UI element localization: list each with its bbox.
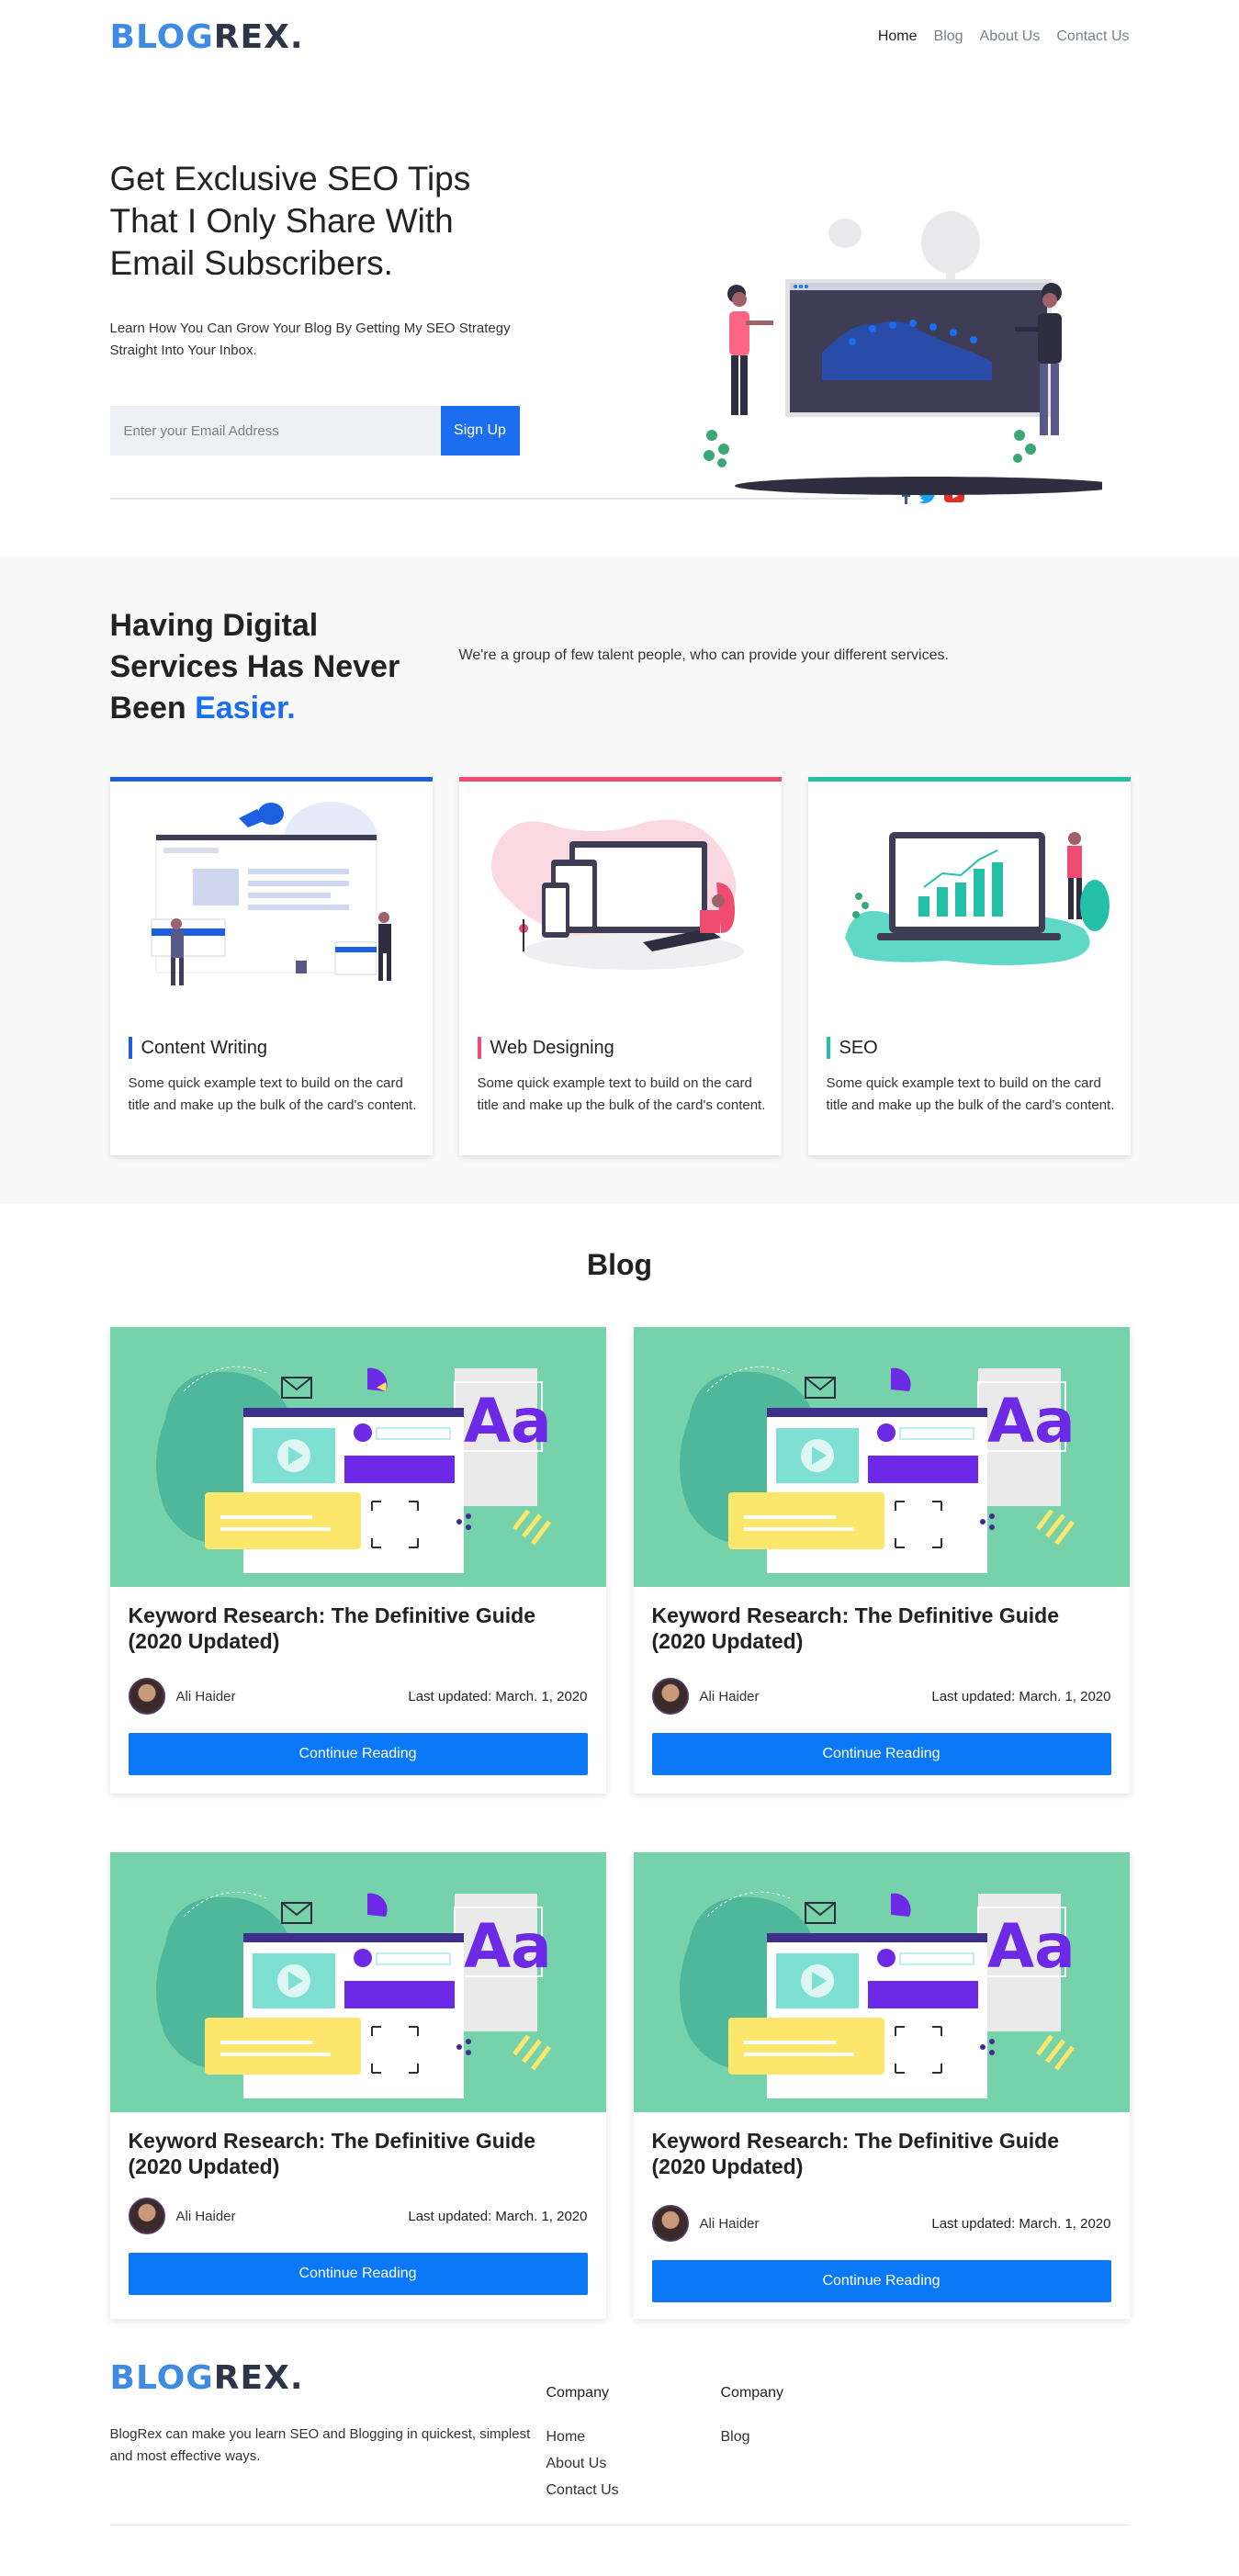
seo-illustration bbox=[844, 832, 1109, 965]
avatar bbox=[128, 1678, 165, 1715]
footer-column-heading: Company bbox=[720, 2385, 783, 2401]
subscribe-form: Sign Up bbox=[109, 406, 520, 456]
post-meta: Ali Haider Last updated: March. 1, 2020 bbox=[651, 2205, 1111, 2242]
continue-reading-button[interactable]: Continue Reading bbox=[651, 1733, 1111, 1775]
avatar bbox=[128, 2198, 165, 2234]
logo-part-blog: BLOG bbox=[109, 17, 214, 56]
blog-section: Blog Aa Keyword Research: The Definitive… bbox=[109, 1204, 1130, 2359]
post-thumb-aa: Aa bbox=[987, 1911, 1076, 1982]
blog-post-card[interactable]: Aa Keyword Research: The Definitive Guid… bbox=[109, 1327, 606, 1794]
post-author: Ali Haider bbox=[128, 2198, 236, 2234]
post-author: Ali Haider bbox=[651, 1678, 760, 1715]
services-section: Having Digital Services Has Never Been E… bbox=[0, 557, 1239, 1204]
service-card-seo[interactable]: SEO Some quick example text to build on … bbox=[807, 777, 1131, 1155]
post-author: Ali Haider bbox=[128, 1678, 236, 1715]
avatar bbox=[651, 2205, 689, 2242]
post-title[interactable]: Keyword Research: The Definitive Guide (… bbox=[129, 2128, 588, 2179]
nav-links: Home Blog About Us Contact Us bbox=[878, 28, 1130, 45]
logo-part-rex: REX. bbox=[213, 17, 304, 56]
author-name: Ali Haider bbox=[699, 2215, 760, 2232]
hero-title: Get Exclusive SEO Tips That I Only Share… bbox=[109, 160, 471, 282]
post-thumb-aa: Aa bbox=[464, 1911, 552, 1982]
hero-section: Get Exclusive SEO Tips That I Only Share… bbox=[109, 73, 1130, 557]
footer-logo[interactable]: BLOGREX. bbox=[110, 2359, 304, 2397]
web-designing-illustration bbox=[490, 819, 744, 970]
blog-post-card[interactable]: Aa Keyword Research: The Definitive Guid… bbox=[633, 1852, 1130, 2319]
logo[interactable]: BLOGREX. bbox=[110, 18, 304, 56]
service-card-web-designing[interactable]: Web Designing Some quick example text to… bbox=[458, 777, 782, 1155]
hero-subtitle: Learn How You Can Grow Your Blog By Gett… bbox=[109, 321, 511, 358]
card-title: SEO bbox=[826, 1037, 878, 1059]
author-name: Ali Haider bbox=[175, 2208, 236, 2224]
post-thumb-aa: Aa bbox=[464, 1386, 552, 1457]
continue-reading-button[interactable]: Continue Reading bbox=[128, 1733, 588, 1775]
navbar: BLOGREX. Home Blog About Us Contact Us bbox=[110, 0, 1130, 73]
footer-description: BlogRex can make you learn SEO and Blogg… bbox=[109, 2426, 531, 2464]
continue-reading-button[interactable]: Continue Reading bbox=[128, 2253, 588, 2295]
nav-home[interactable]: Home bbox=[878, 28, 918, 45]
post-title[interactable]: Keyword Research: The Definitive Guide (… bbox=[129, 1603, 588, 1654]
post-thumbnail[interactable]: Aa bbox=[109, 1852, 606, 2112]
avatar bbox=[651, 1678, 689, 1715]
post-meta: Ali Haider Last updated: March. 1, 2020 bbox=[128, 1678, 588, 1715]
nav-contact-us[interactable]: Contact Us bbox=[1056, 28, 1129, 45]
blog-heading: Blog bbox=[586, 1248, 653, 1281]
post-thumbnail-art: Aa bbox=[155, 1366, 552, 1573]
nav-about-us[interactable]: About Us bbox=[980, 28, 1041, 45]
blog-post-card[interactable]: Aa Keyword Research: The Definitive Guid… bbox=[109, 1852, 606, 2319]
services-title-highlight: Easier. bbox=[195, 691, 296, 726]
post-thumbnail[interactable]: Aa bbox=[633, 1327, 1130, 1587]
footer-link-about-us[interactable]: About Us bbox=[546, 2454, 619, 2473]
continue-reading-button[interactable]: Continue Reading bbox=[651, 2260, 1111, 2302]
card-title: Web Designing bbox=[477, 1037, 614, 1059]
content-writing-illustration bbox=[151, 802, 391, 985]
sign-up-button[interactable]: Sign Up bbox=[440, 406, 520, 456]
post-thumbnail[interactable]: Aa bbox=[109, 1327, 606, 1587]
card-text: Some quick example text to build on the … bbox=[128, 1075, 417, 1113]
post-meta: Ali Haider Last updated: March. 1, 2020 bbox=[128, 2198, 588, 2234]
footer: BLOGREX. BlogRex can make you learn SEO … bbox=[109, 2359, 1130, 2558]
post-updated-date: Last updated: March. 1, 2020 bbox=[408, 2208, 588, 2224]
footer-column-company: Company Home About Us Contact Us bbox=[546, 2385, 619, 2507]
post-thumb-aa: Aa bbox=[987, 1386, 1076, 1457]
footer-link-blog[interactable]: Blog bbox=[721, 2427, 783, 2447]
blog-post-card[interactable]: Aa Keyword Research: The Definitive Guid… bbox=[633, 1327, 1130, 1794]
post-thumbnail-art: Aa bbox=[155, 1891, 552, 2098]
header: BLOGREX. Home Blog About Us Contact Us G… bbox=[109, 0, 1130, 557]
post-meta: Ali Haider Last updated: March. 1, 2020 bbox=[651, 1678, 1111, 1715]
nav-blog[interactable]: Blog bbox=[934, 28, 963, 45]
post-title[interactable]: Keyword Research: The Definitive Guide (… bbox=[652, 1603, 1111, 1654]
post-thumbnail-art: Aa bbox=[679, 1366, 1076, 1573]
post-updated-date: Last updated: March. 1, 2020 bbox=[931, 2215, 1111, 2232]
logo-part-blog: BLOG bbox=[109, 2359, 214, 2397]
post-author: Ali Haider bbox=[651, 2205, 760, 2242]
service-cards: Content Writing Some quick example text … bbox=[109, 777, 1131, 1155]
footer-column-company-2: Company Blog bbox=[721, 2385, 783, 2454]
footer-link-home[interactable]: Home bbox=[546, 2427, 619, 2447]
logo-part-rex: REX. bbox=[213, 2359, 304, 2397]
card-text: Some quick example text to build on the … bbox=[477, 1075, 766, 1113]
hero-illustration bbox=[703, 211, 1102, 495]
author-name: Ali Haider bbox=[175, 1688, 236, 1704]
email-input[interactable] bbox=[109, 406, 441, 456]
footer-column-heading: Company bbox=[546, 2385, 609, 2401]
post-updated-date: Last updated: March. 1, 2020 bbox=[931, 1688, 1111, 1704]
card-text: Some quick example text to build on the … bbox=[826, 1075, 1115, 1113]
services-description: We're a group of few talent people, who … bbox=[458, 647, 949, 663]
footer-link-contact-us[interactable]: Contact Us bbox=[546, 2480, 619, 2500]
post-updated-date: Last updated: March. 1, 2020 bbox=[408, 1688, 588, 1704]
post-thumbnail-art: Aa bbox=[679, 1891, 1076, 2098]
service-card-content-writing[interactable]: Content Writing Some quick example text … bbox=[109, 777, 433, 1155]
post-thumbnail[interactable]: Aa bbox=[633, 1852, 1130, 2112]
post-title[interactable]: Keyword Research: The Definitive Guide (… bbox=[652, 2128, 1111, 2179]
services-title: Having Digital Services Has Never Been E… bbox=[110, 605, 413, 729]
card-title: Content Writing bbox=[128, 1037, 267, 1059]
author-name: Ali Haider bbox=[699, 1688, 760, 1704]
